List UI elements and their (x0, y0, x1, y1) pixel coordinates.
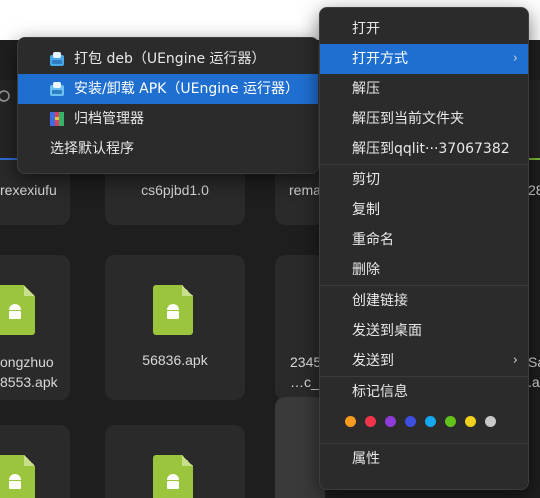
menu-item-send-to-desktop[interactable]: 发送到桌面 (320, 316, 528, 346)
chevron-right-icon: › (512, 353, 518, 368)
file-tile[interactable] (275, 397, 325, 498)
menu-item-label: 标记信息 (352, 384, 408, 400)
menu-item-extract-to[interactable]: 解压到qqlit···37067382 (320, 134, 528, 164)
file-tile[interactable] (0, 425, 70, 498)
submenu-item-pack-deb[interactable]: 打包 deb（UEngine 运行器） (18, 44, 318, 74)
menu-item-label: 解压到当前文件夹 (352, 111, 464, 127)
apk-file-icon (153, 455, 193, 498)
apk-file-icon (0, 455, 35, 498)
menu-item-label: 解压 (352, 81, 380, 97)
menu-item-label: 复制 (352, 202, 380, 218)
submenu-item-label: 打包 deb（UEngine 运行器） (74, 51, 266, 67)
menu-item-extract-here[interactable]: 解压到当前文件夹 (320, 104, 528, 134)
menu-item-open[interactable]: 打开 (320, 14, 528, 44)
submenu-item-install-apk[interactable]: 安装/卸载 APK（UEngine 运行器） (18, 74, 318, 104)
open-with-submenu: 打包 deb（UEngine 运行器） 安装/卸载 APK（UEngine 运行… (17, 37, 319, 174)
menu-item-copy[interactable]: 复制 (320, 195, 528, 225)
apk-file-icon (153, 285, 193, 335)
archive-manager-icon (50, 112, 64, 126)
tag-color-dot[interactable] (385, 416, 396, 427)
search-icon[interactable] (0, 90, 14, 104)
file-tile[interactable] (105, 255, 245, 400)
submenu-item-choose-default[interactable]: 选择默认程序 (18, 134, 318, 164)
file-manager-window: rexexiufu cs6pjbd1.0 rema 28 ongzhuo 855… (0, 0, 540, 498)
file-name: 28 (528, 182, 540, 198)
tag-color-dot[interactable] (485, 416, 496, 427)
android-icon (167, 304, 179, 319)
menu-item-label: 发送到 (352, 353, 394, 369)
menu-item-label: 属性 (352, 451, 380, 467)
menu-item-label: 打开方式 (352, 51, 408, 67)
file-name: Sa .a (528, 354, 540, 390)
android-icon (9, 304, 21, 319)
menu-item-label: 删除 (352, 262, 380, 278)
file-name: 2345 …c_ (290, 354, 322, 390)
uengine-icon (50, 82, 64, 96)
apk-file-icon (0, 285, 35, 335)
menu-item-label: 创建链接 (352, 293, 408, 309)
file-tile[interactable] (105, 425, 245, 498)
submenu-item-label: 安装/卸载 APK（UEngine 运行器） (74, 81, 300, 97)
file-name: rexexiufu (0, 182, 57, 198)
menu-item-tag-info[interactable]: 标记信息 (320, 377, 528, 407)
tag-color-dot[interactable] (405, 416, 416, 427)
menu-item-open-with[interactable]: 打开方式 › (320, 44, 528, 74)
menu-item-label: 重命名 (352, 232, 394, 248)
menu-item-properties[interactable]: 属性 (320, 444, 528, 474)
file-name: cs6pjbd1.0 (141, 182, 209, 198)
android-icon (167, 474, 179, 489)
tag-color-dot[interactable] (345, 416, 356, 427)
context-menu: 打开 打开方式 › 解压 解压到当前文件夹 解压到qqlit···3706738… (319, 7, 529, 490)
file-name: 56836.apk (142, 352, 208, 368)
tag-color-dot[interactable] (445, 416, 456, 427)
tag-color-dot[interactable] (425, 416, 436, 427)
submenu-item-label: 选择默认程序 (50, 141, 134, 157)
menu-item-extract[interactable]: 解压 (320, 74, 528, 104)
uengine-icon (50, 52, 64, 66)
tag-color-dot[interactable] (365, 416, 376, 427)
file-name: rema (289, 182, 321, 198)
submenu-item-archive-manager[interactable]: 归档管理器 (18, 104, 318, 134)
menu-item-create-link[interactable]: 创建链接 (320, 286, 528, 316)
file-name: ongzhuo 8553.apk (0, 354, 58, 390)
android-icon (9, 474, 21, 489)
menu-item-delete[interactable]: 删除 (320, 255, 528, 285)
tag-color-row (320, 407, 528, 437)
menu-item-label: 发送到桌面 (352, 323, 422, 339)
chevron-right-icon: › (512, 51, 518, 66)
menu-item-cut[interactable]: 剪切 (320, 165, 528, 195)
tag-color-dot[interactable] (465, 416, 476, 427)
menu-item-label: 解压到qqlit···37067382 (352, 141, 510, 157)
menu-item-label: 打开 (352, 21, 380, 37)
submenu-item-label: 归档管理器 (74, 111, 144, 127)
menu-item-rename[interactable]: 重命名 (320, 225, 528, 255)
menu-item-send-to[interactable]: 发送到 › (320, 346, 528, 376)
menu-item-label: 剪切 (352, 172, 380, 188)
